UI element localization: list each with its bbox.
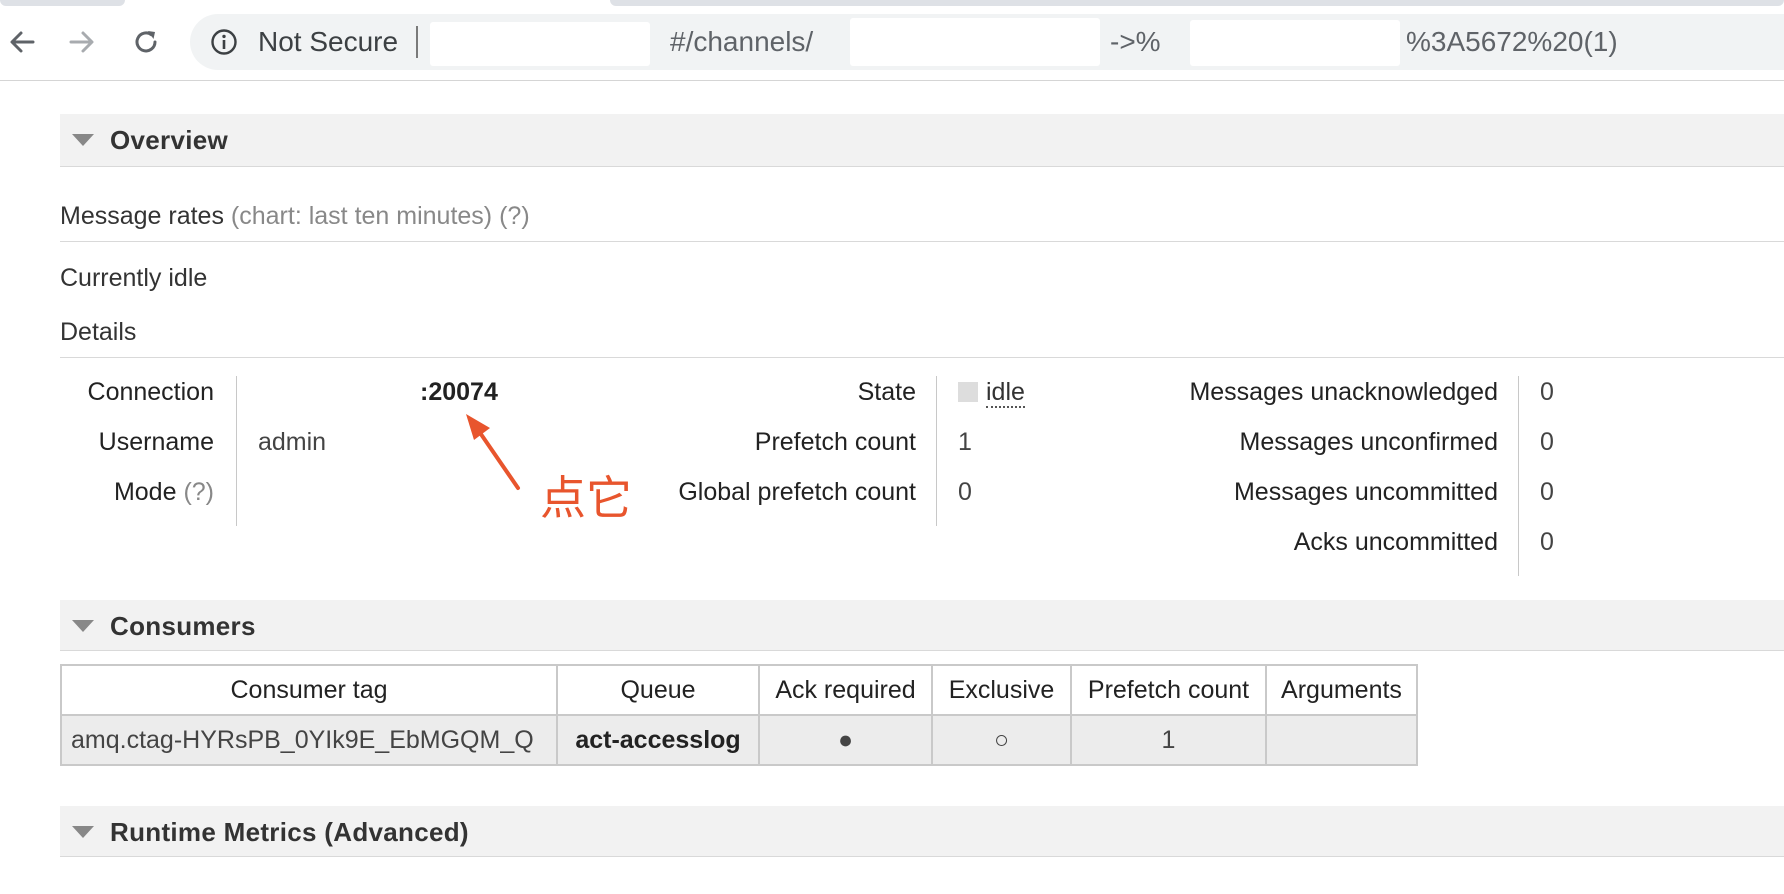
message-rates-help[interactable]: (?)	[499, 202, 530, 230]
security-label[interactable]: Not Secure	[258, 26, 398, 58]
details-label: Details	[60, 318, 137, 346]
arrow-left-icon	[10, 31, 35, 53]
username-value: admin	[258, 428, 327, 456]
unacked-label: Messages unacknowledged	[1189, 378, 1498, 406]
runtime-metrics-title: Runtime Metrics (Advanced)	[110, 817, 469, 847]
mode-label-group: Mode (?)	[114, 478, 214, 507]
table-row: amq.ctag-HYRsPB_0YIk9E_EbMGQM_Q act-acce…	[60, 714, 1418, 766]
uncommitted-value: 0	[1540, 478, 1554, 506]
browser-toolbar: Not Secure #/channels/ ->% %3A5672%20(1)	[0, 0, 1784, 81]
reload-icon	[135, 31, 157, 53]
prefetch-count-cell: 1	[1070, 714, 1267, 766]
acks-uncommitted-value: 0	[1540, 528, 1554, 556]
username-label: Username	[98, 428, 214, 456]
consumers-title: Consumers	[110, 611, 256, 641]
annotation-label: 点它	[540, 471, 632, 525]
column-header[interactable]: Arguments	[1265, 664, 1418, 716]
column-divider	[236, 376, 237, 526]
table-header-row: Consumer tag Queue Ack required Exclusiv…	[60, 664, 1418, 716]
connection-link[interactable]: :20074	[420, 378, 498, 407]
arguments-cell	[1265, 714, 1418, 766]
url-fragment-channels[interactable]: #/channels/	[670, 26, 813, 58]
state-value: idle	[958, 378, 1025, 408]
url-fragment-arrow[interactable]: ->%	[1110, 26, 1161, 58]
message-rates-heading: Message rates (chart: last ten minutes) …	[60, 202, 1784, 242]
acks-uncommitted-label: Acks uncommitted	[1293, 528, 1498, 556]
details-heading: Details	[60, 318, 1784, 358]
unconfirmed-label: Messages unconfirmed	[1239, 428, 1498, 456]
url-redaction	[850, 18, 1100, 66]
collapse-triangle-icon	[72, 134, 94, 146]
overview-section-header[interactable]: Overview	[60, 114, 1784, 167]
annotation-arrow-icon	[466, 414, 520, 490]
address-bar[interactable]: Not Secure #/channels/ ->% %3A5672%20(1)	[190, 14, 1784, 70]
info-icon[interactable]	[210, 28, 238, 61]
tab-edge-right	[610, 0, 1784, 6]
overview-title: Overview	[110, 125, 229, 155]
state-idle-text: idle	[986, 378, 1025, 408]
tab-edge-left	[0, 0, 125, 6]
column-header[interactable]: Exclusive	[931, 664, 1072, 716]
unconfirmed-value: 0	[1540, 428, 1554, 456]
status-square-icon	[958, 382, 978, 402]
prefetch-count-label: Prefetch count	[754, 428, 916, 456]
column-header[interactable]: Consumer tag	[60, 664, 558, 716]
ack-required-cell: ●	[758, 714, 933, 766]
forward-button[interactable]	[60, 20, 104, 64]
reload-button[interactable]	[124, 20, 168, 64]
back-button[interactable]	[0, 20, 44, 64]
message-rates-label: Message rates	[60, 202, 224, 230]
address-separator	[416, 26, 418, 58]
connection-label: Connection	[87, 378, 214, 406]
arrow-right-icon	[69, 31, 94, 53]
global-prefetch-value: 0	[958, 478, 972, 506]
uncommitted-label: Messages uncommitted	[1233, 478, 1498, 506]
idle-text: Currently idle	[60, 264, 208, 292]
prefetch-count-value: 1	[958, 428, 972, 456]
global-prefetch-label: Global prefetch count	[678, 478, 916, 506]
column-header[interactable]: Queue	[556, 664, 760, 716]
consumers-section-header[interactable]: Consumers	[60, 600, 1784, 651]
exclusive-cell: ○	[931, 714, 1072, 766]
mode-label: Mode	[113, 478, 177, 506]
message-rates-hint: (chart: last ten minutes)	[230, 202, 493, 230]
url-redaction	[430, 22, 650, 66]
url-redaction	[1190, 20, 1400, 66]
unacked-value: 0	[1540, 378, 1554, 406]
column-header[interactable]: Prefetch count	[1070, 664, 1267, 716]
queue-link[interactable]: act-accesslog	[556, 714, 760, 766]
collapse-triangle-icon	[72, 826, 94, 838]
runtime-metrics-section-header[interactable]: Runtime Metrics (Advanced)	[60, 806, 1784, 857]
collapse-triangle-icon	[72, 620, 94, 632]
column-header[interactable]: Ack required	[758, 664, 933, 716]
column-divider	[1518, 376, 1519, 576]
state-label: State	[857, 378, 916, 406]
url-fragment-port[interactable]: %3A5672%20(1)	[1406, 26, 1618, 58]
mode-help[interactable]: (?)	[183, 478, 214, 506]
column-divider	[936, 376, 937, 526]
consumers-table: Consumer tag Queue Ack required Exclusiv…	[60, 664, 1418, 766]
consumer-tag-cell: amq.ctag-HYRsPB_0YIk9E_EbMGQM_Q	[60, 714, 558, 766]
